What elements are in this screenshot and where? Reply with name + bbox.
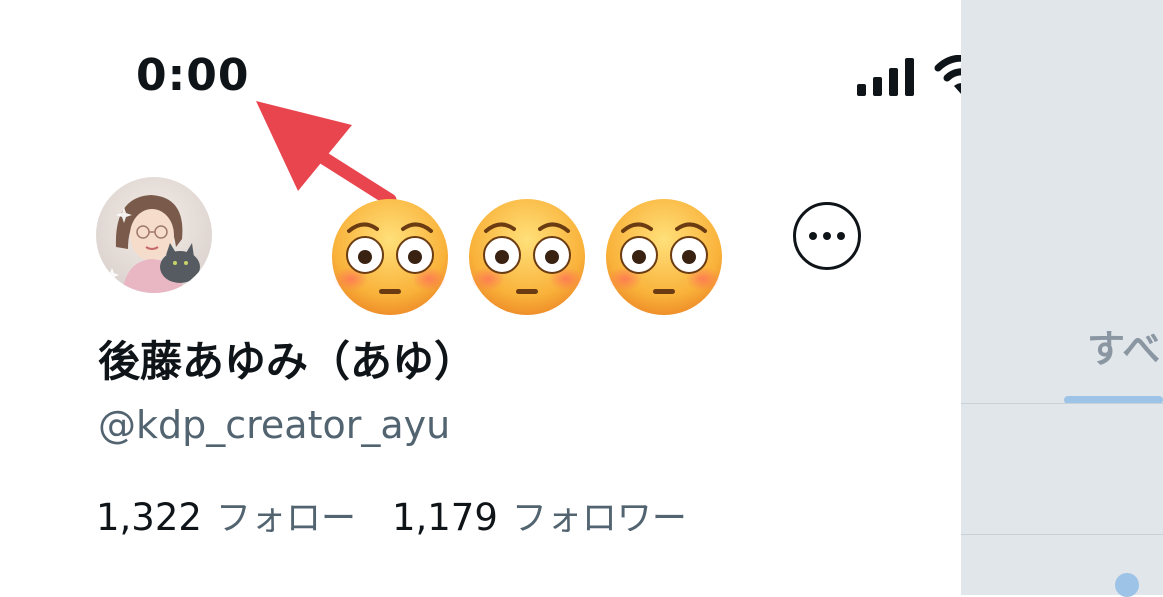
following-count: 1,322 [96, 496, 202, 539]
avatar[interactable] [96, 177, 212, 293]
following-label: フォロー [215, 499, 356, 539]
flushed-face-emoji [467, 197, 587, 317]
flushed-face-emoji [604, 197, 724, 317]
avatar-illustration [96, 177, 212, 293]
more-options-button[interactable] [793, 202, 861, 270]
unread-dot-icon [1115, 573, 1139, 597]
followers-count: 1,179 [391, 496, 498, 539]
annotation-arrow [256, 101, 397, 207]
flushed-face-emoji-row [330, 197, 724, 317]
profile-display-name: 後藤あゆみ（あゆ） [98, 337, 477, 386]
cellular-signal-icon [857, 58, 914, 96]
profile-handle: @kdp_creator_ayu [98, 403, 451, 447]
following-link[interactable]: 1,322 フォロー [96, 490, 356, 541]
ellipsis-icon-dot [823, 232, 831, 240]
side-panel [961, 0, 1163, 595]
ellipsis-icon-dot [837, 232, 845, 240]
followers-label: フォロワー [511, 499, 687, 539]
ellipsis-icon [809, 232, 817, 240]
divider [961, 403, 1163, 404]
status-bar-time: 0:00 [136, 50, 250, 101]
divider [961, 534, 1163, 535]
follow-stats: 1,322 フォロー 1,179 フォロワー [96, 490, 687, 541]
side-panel-tab[interactable]: すべ [1087, 318, 1160, 373]
followers-link[interactable]: 1,179 フォロワー [392, 490, 687, 541]
flushed-face-emoji [330, 197, 450, 317]
